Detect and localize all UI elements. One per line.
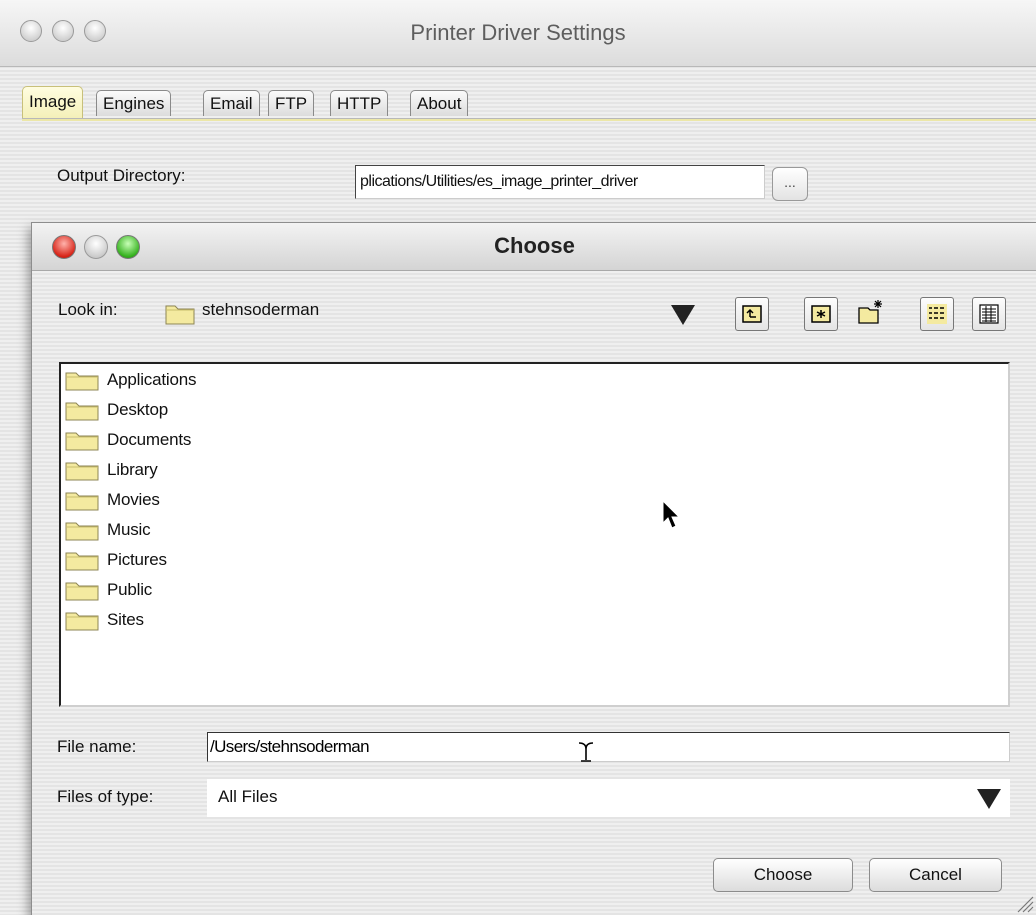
look-in-label: Look in: bbox=[58, 300, 118, 319]
file-name-label: Public bbox=[107, 580, 153, 599]
home-folder-button[interactable] bbox=[804, 297, 838, 331]
folder-icon bbox=[65, 462, 99, 481]
dialog-title: Choose bbox=[494, 233, 575, 258]
dialog-body: Look in: stehnsoderman Applications Desk… bbox=[32, 271, 1036, 915]
folder-icon bbox=[65, 552, 99, 571]
file-name-label: Desktop bbox=[107, 400, 168, 419]
cancel-button[interactable]: Cancel bbox=[869, 858, 1002, 892]
file-name-input[interactable] bbox=[207, 732, 1010, 762]
tab-image[interactable]: Image bbox=[22, 86, 84, 118]
file-name-label: Pictures bbox=[107, 550, 167, 569]
list-view-icon bbox=[927, 304, 947, 324]
browse-button[interactable]: ... bbox=[772, 167, 808, 201]
new-folder-button[interactable] bbox=[858, 297, 892, 331]
choose-dialog: Choose Look in: stehnsoderman Applicatio… bbox=[31, 222, 1036, 915]
folder-icon bbox=[65, 432, 99, 451]
window-titlebar: Printer Driver Settings bbox=[0, 0, 1036, 67]
tab-divider bbox=[22, 118, 1036, 121]
resize-grip-icon[interactable] bbox=[1014, 893, 1034, 913]
home-folder-icon bbox=[811, 305, 831, 323]
text-cursor-icon bbox=[578, 742, 594, 762]
folder-icon bbox=[65, 402, 99, 421]
file-name-label: File name: bbox=[57, 737, 137, 756]
list-view-button[interactable] bbox=[920, 297, 954, 331]
file-name-label: Sites bbox=[107, 610, 144, 629]
dialog-titlebar: Choose bbox=[32, 223, 1036, 271]
new-folder-icon bbox=[858, 300, 882, 324]
tab-email[interactable]: Email bbox=[203, 90, 260, 116]
file-name-label: Applications bbox=[107, 370, 197, 389]
files-of-type-select[interactable]: All Files bbox=[207, 779, 1010, 817]
folder-icon bbox=[65, 582, 99, 601]
tab-ftp[interactable]: FTP bbox=[268, 90, 315, 116]
output-directory-field[interactable]: plications/Utilities/es_image_printer_dr… bbox=[355, 165, 765, 199]
details-view-button[interactable] bbox=[972, 297, 1006, 331]
window-title: Printer Driver Settings bbox=[410, 20, 626, 45]
details-view-icon bbox=[979, 304, 999, 324]
file-name-label: Documents bbox=[107, 430, 192, 449]
folder-icon bbox=[65, 372, 99, 391]
look-in-select[interactable]: stehnsoderman bbox=[202, 300, 319, 320]
choose-button[interactable]: Choose bbox=[713, 858, 853, 892]
mouse-pointer-icon bbox=[662, 500, 681, 529]
up-one-level-icon bbox=[742, 305, 762, 323]
tab-about[interactable]: About bbox=[410, 90, 469, 116]
files-of-type-value: All Files bbox=[218, 787, 278, 806]
file-name-label: Movies bbox=[107, 490, 160, 509]
chevron-down-icon[interactable] bbox=[977, 789, 1001, 809]
file-list[interactable]: Applications Desktop Documents Library M… bbox=[59, 362, 1010, 707]
tab-engines[interactable]: Engines bbox=[96, 90, 172, 116]
up-one-level-button[interactable] bbox=[735, 297, 769, 331]
chevron-down-icon[interactable] bbox=[671, 305, 695, 325]
files-of-type-label: Files of type: bbox=[57, 787, 154, 806]
folder-icon bbox=[65, 612, 99, 631]
folder-icon bbox=[65, 522, 99, 541]
folder-icon bbox=[65, 492, 99, 511]
output-directory-label: Output Directory: bbox=[57, 166, 186, 185]
folder-icon bbox=[165, 305, 195, 325]
file-name-label: Library bbox=[107, 460, 158, 479]
file-name-label: Music bbox=[107, 520, 151, 539]
tab-http[interactable]: HTTP bbox=[330, 90, 389, 116]
